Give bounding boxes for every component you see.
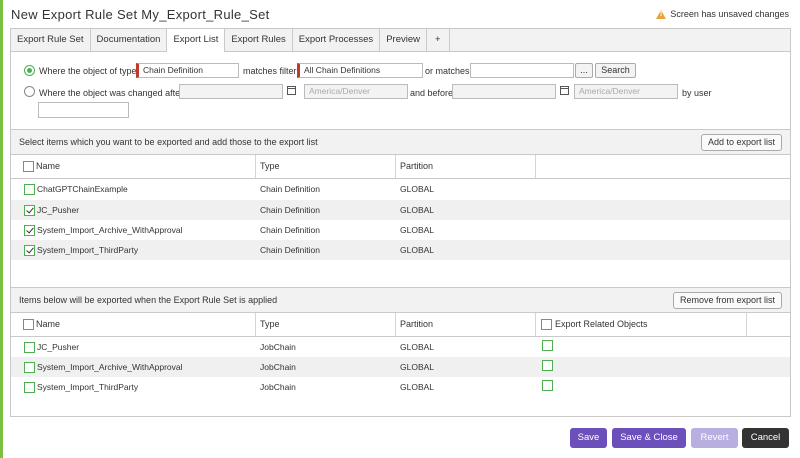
revert-button[interactable]: Revert (691, 428, 738, 448)
cancel-button[interactable]: Cancel (742, 428, 789, 448)
tab-export-list[interactable]: Export List (167, 29, 226, 52)
before-timezone-placeholder: America/Denver (579, 86, 640, 96)
search-button[interactable]: Search (595, 63, 636, 78)
row-checkbox[interactable] (24, 184, 35, 195)
after-timezone-placeholder: America/Denver (309, 86, 370, 96)
select-grid-header: Name Type Partition (11, 155, 790, 179)
select-section-bar: Select items which you want to be export… (11, 129, 790, 155)
row-type: JobChain (260, 342, 296, 352)
export-type-header[interactable]: Type (256, 313, 396, 336)
or-matches-input[interactable] (470, 63, 574, 78)
filter-field[interactable]: All Chain Definitions (297, 63, 423, 78)
export-partition-header[interactable]: Partition (396, 313, 536, 336)
row-partition: GLOBAL (400, 382, 435, 392)
changed-after-field[interactable] (179, 84, 283, 99)
row-type: Chain Definition (260, 184, 321, 194)
row-partition: GLOBAL (400, 362, 435, 372)
export-grid-header: Name Type Partition Export Related Objec… (11, 313, 790, 337)
export-related-checkbox[interactable] (542, 380, 553, 391)
select-name-label: Name (36, 161, 61, 171)
row-checkbox[interactable] (24, 245, 35, 256)
type-filter-radio[interactable] (24, 65, 35, 76)
row-name: System_Import_Archive_WithApproval (37, 225, 183, 235)
add-to-export-list-button[interactable]: Add to export list (700, 134, 782, 151)
unsaved-indicator: Screen has unsaved changes (656, 9, 789, 19)
row-name: JC_Pusher (37, 342, 80, 352)
table-row[interactable]: System_Import_ThirdParty JobChain GLOBAL (11, 377, 790, 397)
row-type: Chain Definition (260, 205, 321, 215)
export-name-header[interactable]: Name (11, 313, 256, 336)
remove-from-export-list-button[interactable]: Remove from export list (672, 292, 782, 309)
row-partition: GLOBAL (400, 342, 435, 352)
page-title: New Export Rule Set My_Export_Rule_Set (11, 7, 270, 22)
export-select-all-checkbox[interactable] (23, 319, 34, 330)
export-related-checkbox[interactable] (542, 360, 553, 371)
row-partition: GLOBAL (400, 205, 435, 215)
browse-button[interactable]: ... (575, 63, 593, 78)
row-type: Chain Definition (260, 245, 321, 255)
table-row[interactable]: ChatGPTChainExample Chain Definition GLO… (11, 179, 790, 199)
tab-bar: Export Rule Set Documentation Export Lis… (11, 29, 790, 52)
row-type: Chain Definition (260, 225, 321, 235)
row-name: System_Import_ThirdParty (37, 245, 139, 255)
export-related-header[interactable]: Export Related Objects (536, 313, 747, 336)
accent-bar (0, 0, 3, 458)
type-filter-label: Where the object of type (39, 66, 137, 76)
row-checkbox[interactable] (24, 342, 35, 353)
row-name: JC_Pusher (37, 205, 80, 215)
table-row[interactable]: System_Import_ThirdParty Chain Definitio… (11, 240, 790, 260)
calendar-icon[interactable] (287, 86, 296, 95)
select-type-header[interactable]: Type (256, 155, 396, 178)
and-before-label: and before (410, 88, 454, 98)
tab-preview[interactable]: Preview (380, 29, 427, 51)
tab-export-rule-set[interactable]: Export Rule Set (11, 29, 91, 51)
save-close-button[interactable]: Save & Close (612, 428, 686, 448)
row-checkbox[interactable] (24, 382, 35, 393)
select-all-checkbox[interactable] (23, 161, 34, 172)
row-type: JobChain (260, 362, 296, 372)
table-row[interactable]: System_Import_Archive_WithApproval JobCh… (11, 357, 790, 377)
after-timezone-field[interactable]: America/Denver (304, 84, 408, 99)
matches-filter-label: matches filter (243, 66, 297, 76)
export-section-text: Items below will be exported when the Ex… (19, 295, 278, 305)
row-name: System_Import_ThirdParty (37, 382, 139, 392)
tab-documentation[interactable]: Documentation (91, 29, 168, 51)
row-checkbox[interactable] (24, 225, 35, 236)
row-type: JobChain (260, 382, 296, 392)
row-partition: GLOBAL (400, 225, 435, 235)
export-name-label: Name (36, 319, 61, 329)
row-checkbox[interactable] (24, 362, 35, 373)
tab-export-processes[interactable]: Export Processes (293, 29, 381, 51)
changed-filter-radio[interactable] (24, 86, 35, 97)
select-section-text: Select items which you want to be export… (19, 137, 318, 147)
by-user-label: by user (682, 88, 712, 98)
changed-before-field[interactable] (452, 84, 556, 99)
table-row[interactable]: JC_Pusher Chain Definition GLOBAL (11, 200, 790, 220)
row-checkbox[interactable] (24, 205, 35, 216)
tab-export-rules[interactable]: Export Rules (225, 29, 293, 51)
row-partition: GLOBAL (400, 245, 435, 255)
warning-icon (656, 9, 667, 19)
row-name: System_Import_Archive_WithApproval (37, 362, 183, 372)
table-row[interactable]: System_Import_Archive_WithApproval Chain… (11, 220, 790, 240)
related-select-all-checkbox[interactable] (541, 319, 552, 330)
before-timezone-field[interactable]: America/Denver (574, 84, 678, 99)
user-field[interactable] (38, 102, 129, 118)
changed-filter-label: Where the object was changed after (39, 88, 184, 98)
row-partition: GLOBAL (400, 184, 435, 194)
select-partition-header[interactable]: Partition (396, 155, 536, 178)
object-type-field[interactable]: Chain Definition (136, 63, 239, 78)
unsaved-text: Screen has unsaved changes (670, 9, 789, 19)
export-related-label: Export Related Objects (555, 319, 648, 329)
save-button[interactable]: Save (570, 428, 607, 448)
row-name: ChatGPTChainExample (37, 184, 128, 194)
or-matches-label: or matches (425, 66, 470, 76)
select-name-header[interactable]: Name (11, 155, 256, 178)
table-row[interactable]: JC_Pusher JobChain GLOBAL (11, 337, 790, 357)
calendar-icon[interactable] (560, 86, 569, 95)
export-section-bar: Items below will be exported when the Ex… (11, 287, 790, 313)
export-related-checkbox[interactable] (542, 340, 553, 351)
add-tab-button[interactable]: + (427, 29, 450, 51)
editor-panel: Export Rule Set Documentation Export Lis… (10, 28, 791, 417)
